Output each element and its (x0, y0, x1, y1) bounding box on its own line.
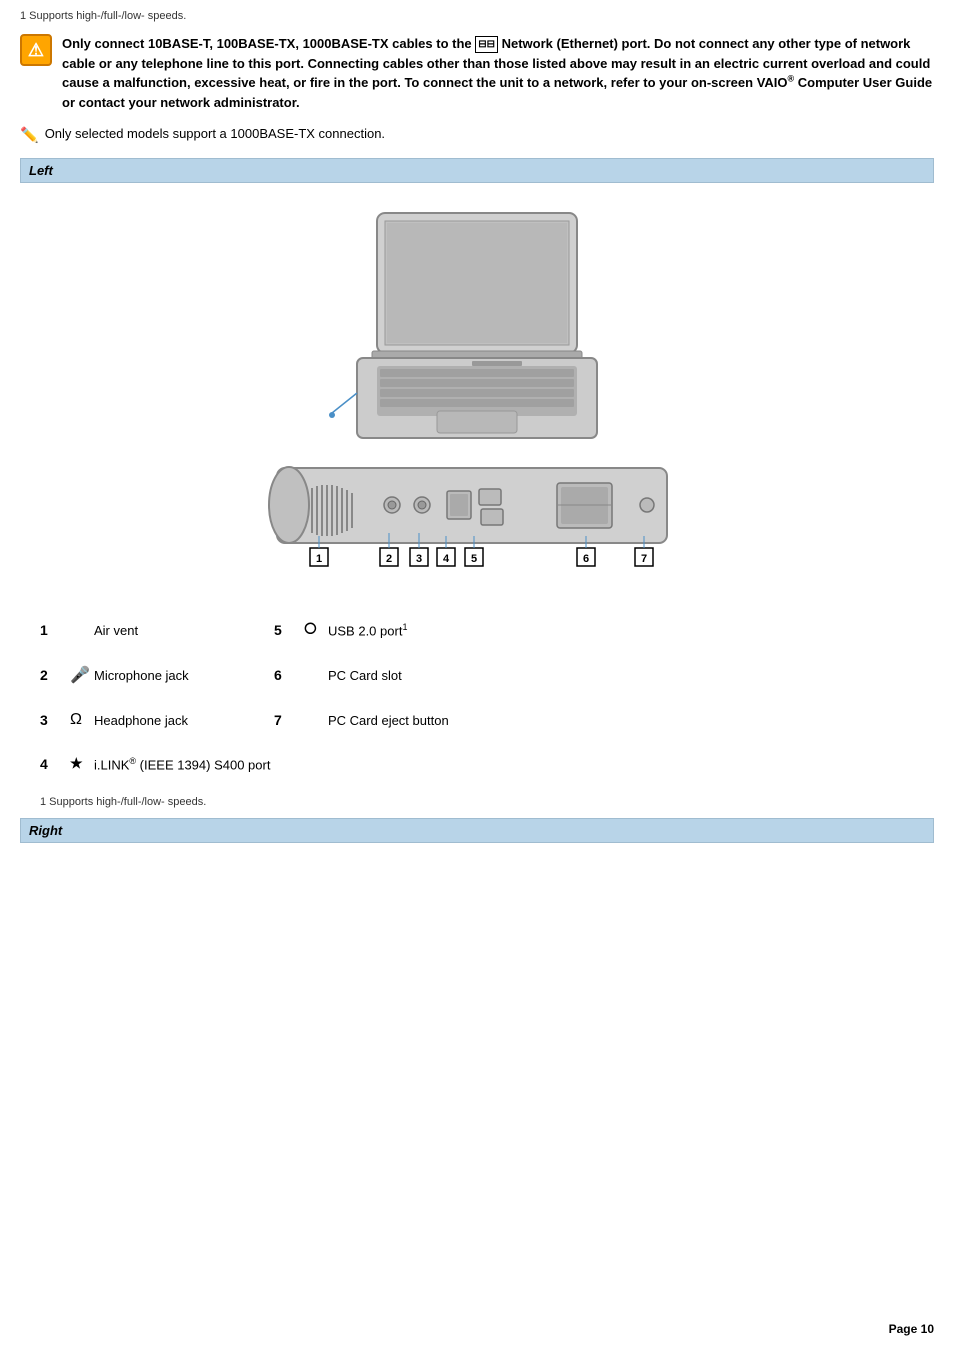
laptop-illustration (317, 203, 637, 463)
svg-text:7: 7 (641, 553, 647, 565)
svg-text:3: 3 (416, 553, 422, 565)
spec-label-6: PC Card slot (328, 668, 402, 683)
svg-text:5: 5 (471, 553, 477, 565)
page-number: Page 10 (889, 1322, 934, 1336)
specs-container: 1 Air vent 5 ⭘ USB 2.0 port1 2 🎤 Microph… (20, 613, 934, 780)
svg-text:4: 4 (443, 553, 450, 565)
port-diagram: 1 2 3 4 5 (247, 453, 707, 583)
spec-icon-5: ⭘ (304, 621, 328, 639)
top-footnote: 1 Supports high-/full-/low- speeds. (20, 10, 934, 22)
spec-row-4: 4 ★ i.LINK® (IEEE 1394) S400 port (40, 747, 914, 780)
spec-num-5: 5 (274, 622, 304, 638)
section-header-left: Left (20, 158, 934, 183)
spec-label-3: Headphone jack (94, 713, 274, 728)
spec-icon-3: Ω (70, 711, 94, 729)
spec-num-2: 2 (40, 667, 70, 683)
spec-row-1: 1 Air vent 5 ⭘ USB 2.0 port1 (40, 613, 914, 647)
spec-label-1: Air vent (94, 623, 274, 638)
spec-num-6: 6 (274, 667, 304, 683)
spec-icon-2: 🎤 (70, 665, 94, 685)
spec-label-7: PC Card eject button (328, 713, 449, 728)
spec-label-4: i.LINK® (IEEE 1394) S400 port (94, 756, 274, 772)
spec-num-7: 7 (274, 712, 304, 728)
note-text: Only selected models support a 1000BASE-… (45, 126, 385, 141)
svg-text:2: 2 (386, 553, 392, 565)
warning-bold: Only connect 10BASE-T, 100BASE-TX, 1000B… (62, 36, 932, 110)
note-line: ✏️ Only selected models support a 1000BA… (20, 126, 934, 144)
diagram-container: 1 2 3 4 5 (20, 193, 934, 593)
spec-num-4: 4 (40, 756, 70, 772)
note-icon: ✏️ (20, 126, 39, 144)
warning-text: Only connect 10BASE-T, 100BASE-TX, 1000B… (62, 34, 934, 112)
spec-row-2: 2 🎤 Microphone jack 6 PC Card slot (40, 657, 914, 693)
network-icon: ⊟⊟ (475, 36, 498, 53)
section-header-right: Right (20, 818, 934, 843)
spec-num-3: 3 (40, 712, 70, 728)
spec-num-1: 1 (40, 622, 70, 638)
bottom-footnote: 1 Supports high-/full-/low- speeds. (20, 796, 934, 808)
spec-icon-4: ★ (70, 755, 94, 772)
pccard-slot: 6 (557, 483, 612, 566)
warning-box: ⚠ Only connect 10BASE-T, 100BASE-TX, 100… (20, 34, 934, 112)
spec-label-2: Microphone jack (94, 668, 274, 683)
svg-text:6: 6 (583, 553, 589, 565)
svg-text:1: 1 (316, 553, 322, 565)
spec-label-5: USB 2.0 port1 (328, 622, 407, 638)
spec-row-3: 3 Ω Headphone jack 7 PC Card eject butto… (40, 703, 914, 737)
warning-icon: ⚠ (20, 34, 52, 66)
